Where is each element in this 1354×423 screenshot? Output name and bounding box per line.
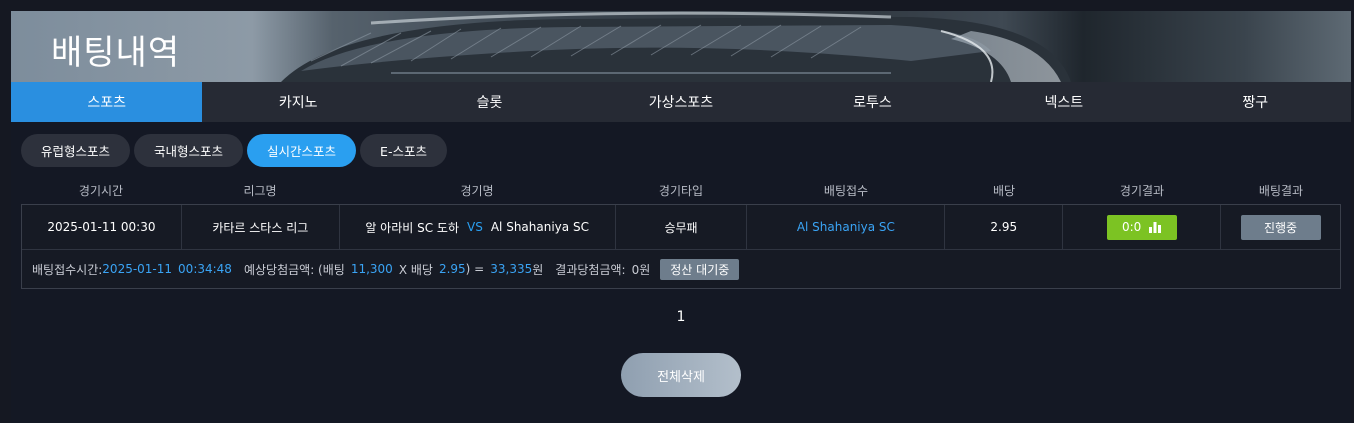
- stake-amount: 11,300: [350, 262, 393, 276]
- header-match: 경기명: [460, 183, 494, 198]
- bar-chart-icon: [1149, 222, 1162, 233]
- result-value: 0원: [631, 262, 651, 277]
- main-tab-bar: 스포츠 카지노 슬롯 가상스포츠 로투스 넥스트 짱구: [11, 82, 1351, 122]
- delete-all-button[interactable]: 전체삭제: [621, 353, 741, 397]
- vs-label: VS: [467, 220, 483, 234]
- bet-detail: 배팅접수시간: 2025-01-11 00:34:48 예상당첨금액: (배팅 …: [22, 250, 1340, 288]
- header-league: 리그명: [243, 183, 277, 198]
- banner: 배팅내역: [11, 11, 1351, 82]
- match-time: 2025-01-11 00:30: [22, 205, 182, 249]
- status-badge: 진행중: [1240, 214, 1321, 240]
- header-match-type: 경기타입: [658, 183, 704, 198]
- header-odds: 배당: [992, 183, 1016, 198]
- tab-jjanggu[interactable]: 짱구: [1160, 82, 1351, 122]
- bet-entry: 2025-01-11 00:30 카타르 스타스 리그 알 아라비 SC 도하 …: [21, 204, 1341, 289]
- detail-odds: 2.95: [438, 262, 466, 276]
- bet-result-cell: 진행중: [1221, 205, 1340, 249]
- match-type: 승무패: [616, 205, 748, 249]
- stadium-image: [281, 11, 1071, 82]
- bet-pick: Al Shahaniya SC: [747, 205, 946, 249]
- header-bet-pick: 배팅접수: [823, 183, 869, 198]
- expected-payout: 33,335: [490, 262, 533, 276]
- received-time: 00:34:48: [178, 262, 232, 276]
- tab-sports[interactable]: 스포츠: [11, 82, 203, 122]
- match-name: 알 아라비 SC 도하 VS Al Shahaniya SC: [340, 205, 616, 249]
- league-name: 카타르 스타스 리그: [182, 205, 340, 249]
- header-bet-result: 배팅결과: [1258, 183, 1304, 198]
- odds-value: 2.95: [945, 205, 1064, 249]
- pending-badge: 정산 대기중: [660, 258, 740, 280]
- received-label: 배팅접수시간:: [32, 262, 103, 277]
- away-team: Al Shahaniya SC: [490, 220, 589, 234]
- won-unit: 원: [532, 262, 544, 277]
- received-date: 2025-01-11: [102, 262, 173, 276]
- page-title: 배팅내역: [51, 33, 181, 73]
- table-row: 2025-01-11 00:30 카타르 스타스 리그 알 아라비 SC 도하 …: [22, 205, 1340, 250]
- match-result-cell: 0:0: [1063, 205, 1222, 249]
- tab-slot[interactable]: 슬롯: [394, 82, 585, 122]
- subtab-live-sports[interactable]: 실시간스포츠: [247, 134, 357, 167]
- equals-label: ) =: [465, 262, 485, 276]
- tab-casino[interactable]: 카지노: [202, 82, 393, 122]
- table-header: 경기시간 리그명 경기명 경기타입 배팅접수 배당 경기결과 배팅결과: [21, 176, 1341, 204]
- subtab-domestic-sports[interactable]: 국내형스포츠: [134, 134, 244, 167]
- result-label: 결과당첨금액:: [555, 262, 626, 277]
- sub-tab-bar: 유럽형스포츠 국내형스포츠 실시간스포츠 E-스포츠: [21, 134, 447, 167]
- score-button[interactable]: 0:0: [1106, 214, 1177, 240]
- betting-history-panel: 배팅내역 스포츠 카지노 슬롯 가상스포츠 로투스 넥스트 짱구 유럽형스포츠 …: [11, 11, 1351, 423]
- tab-virtual-sports[interactable]: 가상스포츠: [585, 82, 776, 122]
- home-team: 알 아라비 SC 도하: [365, 220, 460, 235]
- x-odds-label: X 배당: [398, 262, 433, 277]
- expected-label: 예상당첨금액: (배팅: [243, 262, 345, 277]
- subtab-esports[interactable]: E-스포츠: [360, 134, 447, 167]
- pagination-page[interactable]: 1: [671, 309, 691, 325]
- score-value: 0:0: [1121, 220, 1142, 234]
- tab-lotus[interactable]: 로투스: [777, 82, 968, 122]
- header-match-result: 경기결과: [1119, 183, 1165, 198]
- subtab-european-sports[interactable]: 유럽형스포츠: [21, 134, 131, 167]
- header-match-time: 경기시간: [78, 183, 124, 198]
- tab-next[interactable]: 넥스트: [968, 82, 1159, 122]
